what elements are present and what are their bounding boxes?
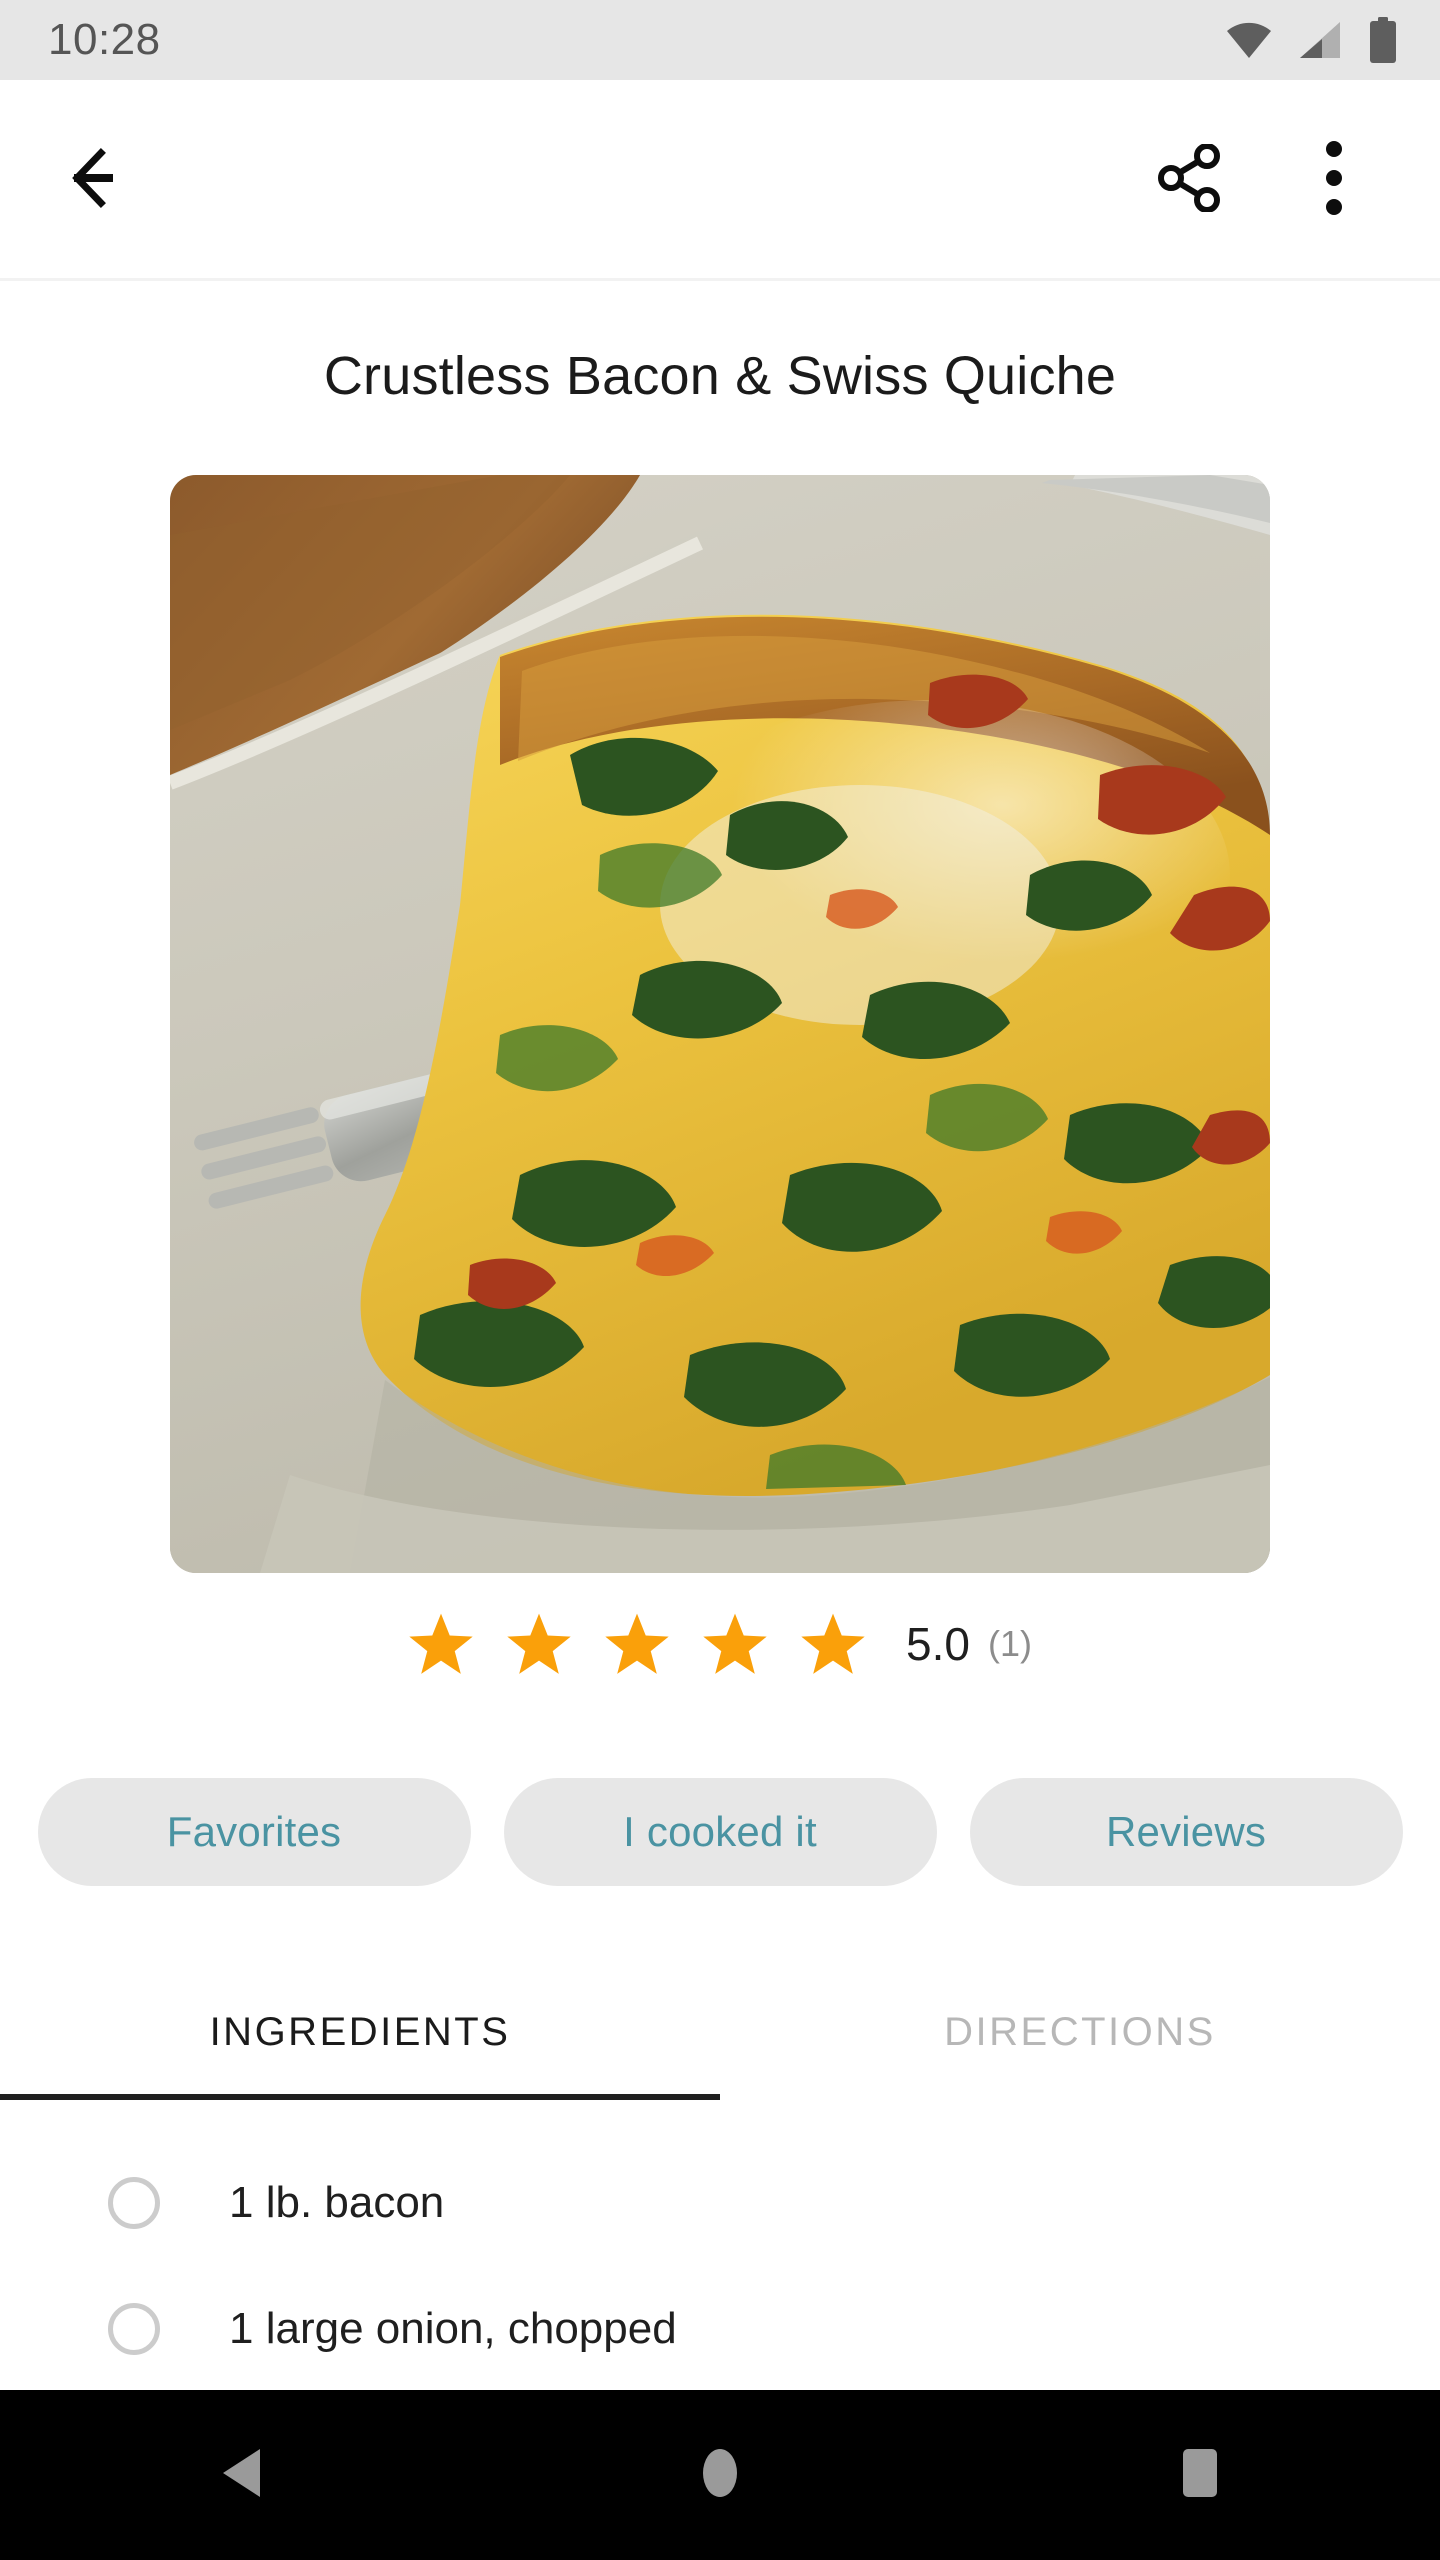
overflow-menu-icon — [1325, 140, 1343, 221]
nav-recents-icon — [1175, 2447, 1225, 2504]
recipe-detail-screen: 10:28 Crustless Bacon & Swiss Quiche 5.0… — [0, 0, 1440, 2560]
action-button-row: Favorites I cooked it Reviews — [0, 1778, 1440, 1886]
star-icon[interactable] — [702, 1612, 768, 1676]
nav-back-icon — [215, 2445, 265, 2506]
ingredient-label: 1 lb. bacon — [229, 2178, 445, 2227]
nav-recents-button[interactable] — [1110, 2390, 1290, 2560]
cellular-signal-icon — [1298, 20, 1342, 60]
ingredient-checkbox[interactable] — [108, 2303, 160, 2355]
app-bar — [0, 80, 1440, 280]
tab-directions[interactable]: DIRECTIONS — [720, 1965, 1440, 2100]
star-icon[interactable] — [604, 1612, 670, 1676]
star-icon[interactable] — [408, 1612, 474, 1676]
app-bar-actions — [1130, 120, 1394, 240]
android-navigation-bar — [0, 2390, 1440, 2560]
ingredient-label: 1 large onion, chopped — [229, 2304, 677, 2353]
ingredients-list: 1 lb. bacon 1 large onion, chopped — [0, 2140, 1440, 2392]
status-bar: 10:28 — [0, 0, 1440, 80]
list-item[interactable]: 1 large onion, chopped — [0, 2266, 1440, 2392]
share-button[interactable] — [1130, 120, 1250, 240]
star-icon[interactable] — [800, 1612, 866, 1676]
nav-home-icon — [697, 2447, 743, 2504]
nav-back-button[interactable] — [150, 2390, 330, 2560]
recipe-photo-image — [170, 475, 1270, 1573]
rating-count: (1) — [987, 1623, 1032, 1664]
wifi-icon — [1226, 20, 1272, 60]
status-bar-clock: 10:28 — [48, 15, 161, 64]
overflow-menu-button[interactable] — [1274, 120, 1394, 240]
i-cooked-it-button[interactable]: I cooked it — [503, 1778, 937, 1886]
tab-active-indicator — [0, 2094, 720, 2100]
favorites-button[interactable]: Favorites — [37, 1778, 471, 1886]
share-icon — [1158, 142, 1222, 217]
reviews-button[interactable]: Reviews — [969, 1778, 1403, 1886]
app-bar-divider — [0, 278, 1440, 281]
tab-bar: INGREDIENTS DIRECTIONS — [0, 1965, 1440, 2100]
tab-ingredients[interactable]: INGREDIENTS — [0, 1965, 720, 2100]
status-bar-icons — [1226, 17, 1398, 63]
list-item[interactable]: 1 lb. bacon — [0, 2140, 1440, 2266]
back-button[interactable] — [42, 115, 172, 245]
back-arrow-icon — [71, 147, 143, 214]
star-rating[interactable] — [408, 1612, 866, 1676]
nav-home-button[interactable] — [630, 2390, 810, 2560]
recipe-photo[interactable] — [170, 475, 1270, 1573]
star-icon[interactable] — [506, 1612, 572, 1676]
rating-value: 5.0 — [906, 1618, 970, 1670]
recipe-title: Crustless Bacon & Swiss Quiche — [323, 346, 1117, 406]
battery-icon — [1368, 17, 1398, 63]
rating-row[interactable]: 5.0 (1) — [0, 1612, 1440, 1676]
ingredient-checkbox[interactable] — [108, 2177, 160, 2229]
